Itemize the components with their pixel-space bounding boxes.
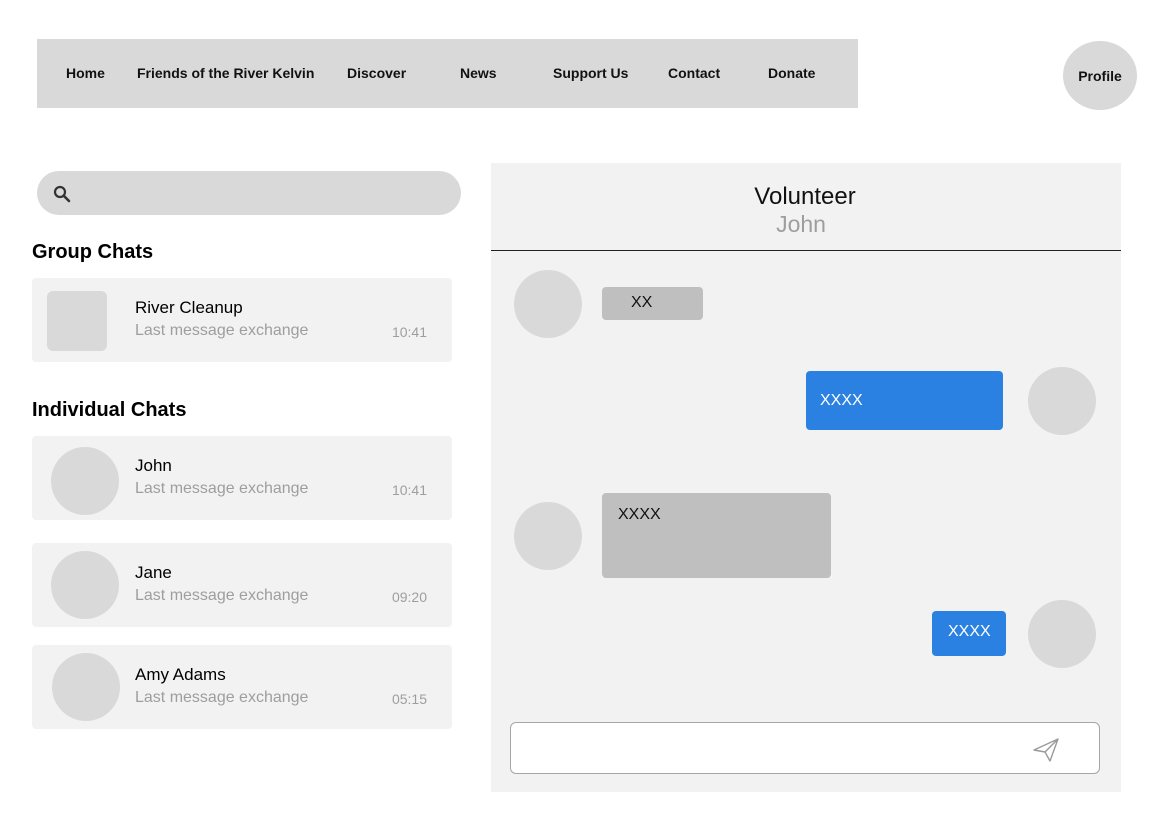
individual-chat-jane[interactable]: Jane Last message exchange 09:20 bbox=[32, 543, 452, 627]
chat-name: River Cleanup bbox=[135, 298, 243, 317]
chat-name: Amy Adams bbox=[135, 665, 226, 684]
search-icon bbox=[53, 185, 71, 203]
chat-preview: Last message exchange bbox=[135, 587, 309, 604]
nav-friends-of-river-kelvin[interactable]: Friends of the River Kelvin bbox=[137, 39, 314, 108]
chat-preview: Last message exchange bbox=[135, 322, 309, 339]
nav-contact[interactable]: Contact bbox=[668, 39, 720, 108]
chat-preview: Last message exchange bbox=[135, 689, 309, 706]
search-input[interactable] bbox=[81, 179, 445, 209]
chat-name: Jane bbox=[135, 563, 172, 582]
individual-chat-amy-adams[interactable]: Amy Adams Last message exchange 05:15 bbox=[32, 645, 452, 729]
sender-avatar bbox=[514, 502, 582, 570]
individual-chat-john[interactable]: John Last message exchange 10:41 bbox=[32, 436, 452, 520]
conversation-header: Volunteer John bbox=[491, 163, 1121, 251]
chat-preview: Last message exchange bbox=[135, 480, 309, 497]
outgoing-message: XXXX bbox=[932, 611, 1006, 656]
incoming-message: XXXX bbox=[602, 493, 831, 578]
individual-chats-heading: Individual Chats bbox=[32, 399, 187, 421]
header-divider bbox=[491, 250, 1121, 251]
conversation-title: Volunteer bbox=[754, 183, 856, 210]
nav-news[interactable]: News bbox=[460, 39, 497, 108]
message-composer[interactable] bbox=[510, 722, 1100, 774]
incoming-message: XX bbox=[602, 287, 703, 320]
group-chats-heading: Group Chats bbox=[32, 241, 154, 263]
nav-home[interactable]: Home bbox=[66, 39, 105, 108]
nav-discover[interactable]: Discover bbox=[347, 39, 406, 108]
user-avatar bbox=[1028, 600, 1096, 668]
group-chat-river-cleanup[interactable]: River Cleanup Last message exchange 10:4… bbox=[32, 278, 452, 362]
nav-donate[interactable]: Donate bbox=[768, 39, 815, 108]
chat-time: 10:41 bbox=[391, 482, 427, 498]
avatar bbox=[52, 653, 120, 721]
profile-button[interactable]: Profile bbox=[1063, 41, 1137, 110]
chat-time: 10:41 bbox=[391, 324, 427, 340]
conversation-subtitle: John bbox=[776, 211, 826, 237]
group-avatar bbox=[47, 291, 107, 351]
message-input[interactable] bbox=[525, 735, 1029, 763]
chat-time: 09:20 bbox=[391, 589, 427, 605]
outgoing-message: XXXX bbox=[806, 371, 1003, 430]
chat-search-bar[interactable] bbox=[37, 171, 461, 215]
sender-avatar bbox=[514, 270, 582, 338]
conversation-panel: Volunteer John XX XXXX XXXX XXXX bbox=[491, 163, 1121, 792]
top-nav: Home Friends of the River Kelvin Discove… bbox=[37, 39, 858, 108]
chat-name: John bbox=[135, 456, 172, 475]
avatar bbox=[51, 447, 119, 515]
avatar bbox=[51, 551, 119, 619]
user-avatar bbox=[1028, 367, 1096, 435]
send-icon[interactable] bbox=[1032, 737, 1060, 763]
nav-support-us[interactable]: Support Us bbox=[553, 39, 628, 108]
chat-time: 05:15 bbox=[391, 691, 427, 707]
